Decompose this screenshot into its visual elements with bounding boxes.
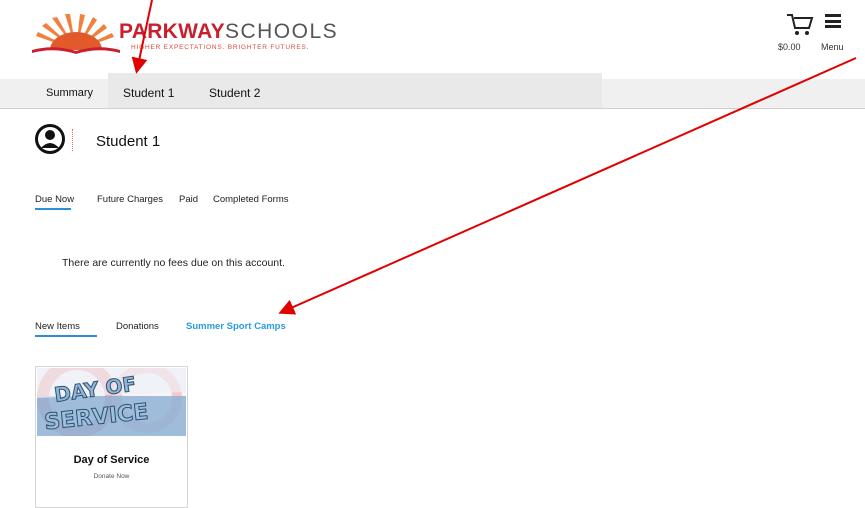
tab-student-1[interactable]: Student 1 <box>123 86 174 100</box>
cart-amount: $0.00 <box>778 42 801 52</box>
menu-label: Menu <box>821 42 844 52</box>
student-name-heading: Student 1 <box>96 133 161 150</box>
tab-student-2[interactable]: Student 2 <box>209 86 260 100</box>
student-tab-panel <box>108 73 602 108</box>
cart-icon <box>787 14 814 35</box>
item-card-day-of-service[interactable]: DAY OF SERVICE Day of Service Donate Now <box>35 366 188 508</box>
tab-paid[interactable]: Paid <box>179 194 198 205</box>
parkway-logo[interactable]: PARKWAYSCHOOLS HIGHER EXPECTATIONS. BRIG… <box>30 14 337 54</box>
active-tab-underline <box>35 335 97 337</box>
tab-due-now[interactable]: Due Now <box>35 194 74 205</box>
user-avatar-icon <box>35 124 65 154</box>
brand-light-text: SCHOOLS <box>224 20 339 43</box>
active-tab-underline <box>35 208 71 210</box>
hamburger-icon <box>825 14 841 28</box>
sunburst-icon <box>32 14 120 54</box>
tab-donations[interactable]: Donations <box>116 321 159 332</box>
no-fees-message: There are currently no fees due on this … <box>62 257 285 269</box>
card-donate-link[interactable]: Donate Now <box>36 473 187 480</box>
brand-tagline: HIGHER EXPECTATIONS. BRIGHTER FUTURES. <box>131 44 310 51</box>
tab-completed-forms[interactable]: Completed Forms <box>213 194 289 205</box>
tab-summary[interactable]: Summary <box>46 87 93 99</box>
brand-bold-text: PARKWAY <box>119 20 225 43</box>
tab-summer-sport-camps[interactable]: Summer Sport Camps <box>186 321 286 332</box>
tab-future-charges[interactable]: Future Charges <box>97 194 163 205</box>
tab-new-items[interactable]: New Items <box>35 321 80 332</box>
day-of-service-image: DAY OF SERVICE <box>37 368 186 436</box>
divider <box>72 129 73 151</box>
card-title: Day of Service <box>73 454 150 466</box>
